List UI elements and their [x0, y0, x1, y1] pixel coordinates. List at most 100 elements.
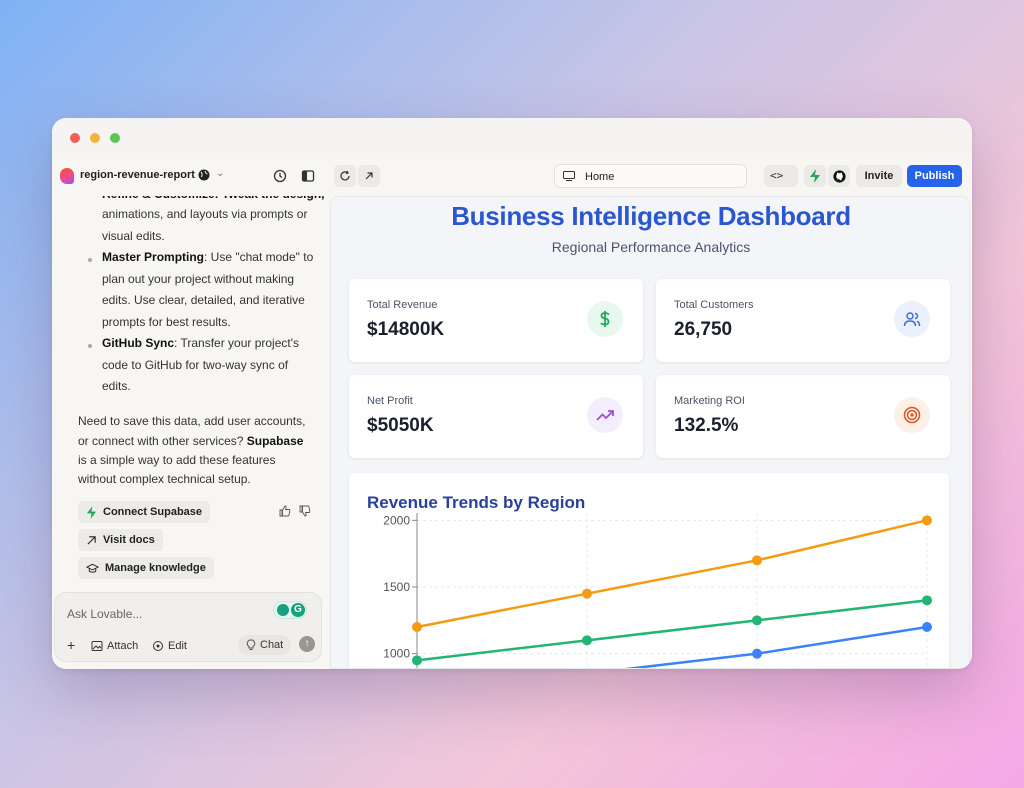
- title-bar: [52, 118, 972, 158]
- lightbulb-icon: [246, 639, 256, 650]
- open-external-button[interactable]: [358, 165, 380, 187]
- data-point[interactable]: [752, 615, 762, 626]
- chat-input-box[interactable]: Ask Lovable... G + Attach Edit Chat ↑: [54, 592, 322, 662]
- edit-label: Edit: [168, 640, 187, 652]
- bullet-dot: [88, 258, 92, 262]
- data-point[interactable]: [412, 622, 422, 632]
- publish-button[interactable]: Publish: [907, 165, 962, 187]
- revenue-line-chart: 2000 1500 1000: [383, 513, 932, 668]
- bolt-icon: [810, 169, 820, 183]
- data-point[interactable]: [752, 555, 762, 566]
- graduation-cap-icon: [86, 563, 99, 573]
- chat-text-line: code to GitHub for two-way sync of: [102, 358, 289, 372]
- stat-value: $14800K: [367, 319, 445, 340]
- list-item-text: : Use "chat mode" to: [204, 250, 314, 264]
- target-icon: [894, 397, 930, 433]
- chat-text-line: edits. Use clear, detailed, and iterativ…: [102, 293, 305, 307]
- chat-text-line: prompts for best results.: [102, 315, 231, 329]
- list-item: GitHub Sync: Transfer your project's: [102, 333, 328, 355]
- grammarly-icon: G: [291, 603, 305, 617]
- invite-button[interactable]: Invite: [856, 165, 902, 187]
- y-tick-label: 1500: [383, 580, 410, 594]
- arrow-up-right-icon: [365, 172, 373, 180]
- stat-value: $5050K: [367, 415, 434, 436]
- code-view-button[interactable]: <>: [764, 165, 798, 187]
- project-name[interactable]: region-revenue-report: [80, 169, 195, 181]
- close-window-button[interactable]: [70, 133, 80, 143]
- refresh-icon: [340, 170, 350, 181]
- dashboard-title: Business Intelligence Dashboard: [451, 201, 851, 231]
- supabase-button[interactable]: [804, 165, 826, 187]
- data-point[interactable]: [922, 595, 932, 606]
- plus-icon[interactable]: +: [67, 637, 75, 653]
- app-window: region-revenue-report ⌄ Home <> Invite P…: [52, 118, 972, 669]
- url-bar[interactable]: Home: [554, 164, 747, 188]
- data-point[interactable]: [582, 635, 592, 646]
- bolt-icon: [86, 505, 97, 519]
- revenue-chart-card: Revenue Trends by Region 2000 1500 1000: [349, 473, 949, 668]
- users-icon: [894, 301, 930, 337]
- list-item-text: : Transfer your project's: [174, 336, 300, 350]
- stat-card-customers: Total Customers 26,750: [656, 279, 950, 362]
- chat-text-line: plan out your project without making: [102, 272, 295, 286]
- history-icon[interactable]: [272, 168, 288, 184]
- stat-card-profit: Net Profit $5050K: [349, 375, 643, 458]
- bulb-icon: [277, 604, 289, 616]
- series-line-0: [416, 519, 928, 629]
- chat-text-line: animations, and layouts via prompts or: [102, 207, 308, 221]
- data-point[interactable]: [922, 622, 932, 632]
- chat-text-line: edits.: [102, 379, 131, 393]
- url-text: Home: [585, 171, 615, 183]
- chat-input-placeholder: Ask Lovable...: [67, 607, 143, 621]
- lovable-logo-icon: [60, 168, 74, 184]
- thumbs-up-icon[interactable]: [279, 505, 291, 517]
- chat-mode-button[interactable]: Chat: [238, 635, 292, 655]
- chat-text-line: without complex technical setup.: [78, 472, 251, 486]
- maximize-window-button[interactable]: [110, 133, 120, 143]
- dashboard-subtitle: Regional Performance Analytics: [551, 239, 751, 255]
- y-tick-label: 1000: [383, 647, 410, 661]
- manage-knowledge-button[interactable]: Manage knowledge: [78, 557, 214, 579]
- dollar-icon: [587, 301, 623, 337]
- stat-label: Net Profit: [367, 395, 413, 407]
- refresh-button[interactable]: [334, 165, 356, 187]
- thumbs-down-icon[interactable]: [299, 505, 311, 517]
- target-icon: [153, 641, 163, 651]
- minimize-window-button[interactable]: [90, 133, 100, 143]
- list-item-title: GitHub Sync: [102, 336, 175, 350]
- send-button[interactable]: ↑: [299, 636, 315, 652]
- stat-label: Total Customers: [674, 299, 754, 311]
- github-button[interactable]: [828, 165, 850, 187]
- trending-up-icon: [587, 397, 623, 433]
- stat-card-roi: Marketing ROI 132.5%: [656, 375, 950, 458]
- chat-text-line: visual edits.: [102, 229, 165, 243]
- chat-text-line: Need to save this data, add user account…: [78, 414, 306, 428]
- data-point[interactable]: [412, 655, 422, 666]
- stat-card-revenue: Total Revenue $14800K: [349, 279, 643, 362]
- data-point[interactable]: [752, 648, 762, 659]
- chat-panel: Refine & Customize: Tweak the design, an…: [52, 196, 328, 669]
- globe-icon[interactable]: [198, 169, 210, 181]
- chart-title: Revenue Trends by Region: [367, 493, 586, 512]
- attach-button[interactable]: Attach: [91, 640, 138, 652]
- chevron-down-icon[interactable]: ⌄: [216, 168, 224, 179]
- sidebar-toggle-icon[interactable]: [300, 168, 316, 184]
- chat-mode-label: Chat: [260, 639, 284, 651]
- stat-value: 132.5%: [674, 415, 739, 436]
- manage-knowledge-label: Manage knowledge: [105, 562, 206, 574]
- connect-supabase-button[interactable]: Connect Supabase: [78, 501, 211, 523]
- edit-button[interactable]: Edit: [152, 640, 187, 652]
- connect-supabase-label: Connect Supabase: [103, 506, 203, 518]
- app-preview: Business Intelligence Dashboard Regional…: [330, 196, 970, 669]
- arrow-up-right-icon: [87, 535, 96, 545]
- attach-label: Attach: [107, 640, 139, 652]
- stat-value: 26,750: [674, 319, 733, 340]
- visit-docs-button[interactable]: Visit docs: [78, 529, 163, 551]
- data-point[interactable]: [582, 588, 592, 599]
- grammarly-widget[interactable]: G: [273, 601, 307, 619]
- stat-label: Total Revenue: [367, 299, 438, 311]
- para-text: or connect with other services?: [78, 434, 244, 448]
- stat-label: Marketing ROI: [674, 395, 745, 407]
- data-point[interactable]: [922, 515, 932, 526]
- series-line-1: [416, 599, 928, 662]
